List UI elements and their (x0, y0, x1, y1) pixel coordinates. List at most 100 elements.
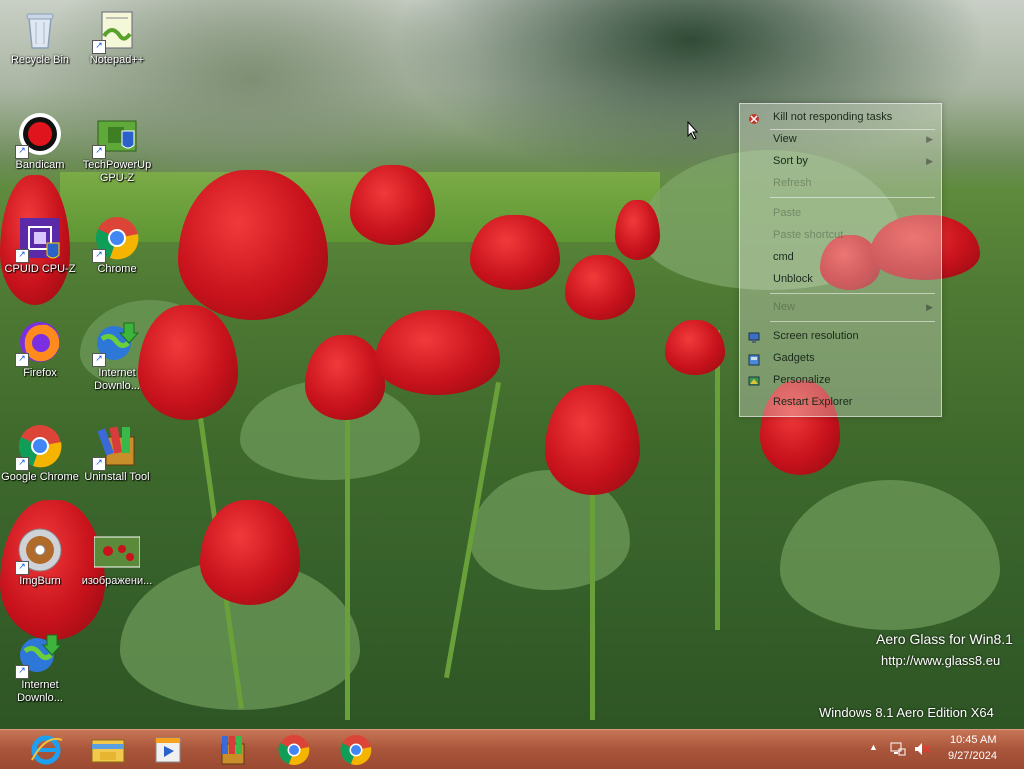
shortcut-arrow-icon: ↗ (15, 145, 29, 159)
menu-item-refresh[interactable]: Refresh (740, 172, 941, 194)
menu-separator (770, 321, 935, 322)
shortcut-arrow-icon: ↗ (92, 457, 106, 471)
desktop-icon-chrome[interactable]: ↗ Chrome (77, 211, 157, 311)
wallpaper-stem (590, 490, 595, 720)
desktop-icon-label: Notepad++ (89, 54, 145, 66)
desktop-icon-label-line2: Downlo... (17, 692, 63, 704)
desktop-icon-label: Recycle Bin (10, 54, 70, 66)
recycle-bin-icon (17, 6, 63, 52)
desktop-icon-uninstall-tool[interactable]: ↗ Uninstall Tool (77, 419, 157, 519)
taskbar-winrar[interactable] (210, 732, 254, 768)
wallpaper-tulip (615, 200, 660, 260)
screen-resolution-icon (748, 330, 760, 343)
shortcut-arrow-icon: ↗ (92, 249, 106, 263)
internet-download-manager-icon: ↗ (15, 631, 63, 679)
desktop-icon-recycle-bin[interactable]: Recycle Bin (0, 2, 80, 102)
menu-item-label: Restart Explorer (773, 396, 853, 408)
taskbar-internet-explorer[interactable] (24, 732, 68, 768)
desktop-icon-notepad-plus-plus[interactable]: ↗ Notepad++ (77, 2, 157, 102)
file-explorer-icon (91, 739, 125, 763)
watermark-edition: Windows 8.1 Aero Edition X64 (819, 705, 994, 720)
menu-item-label: Kill not responding tasks (773, 111, 893, 123)
gadgets-icon (748, 352, 760, 366)
desktop-icon-label-line1: TechPowerUp (82, 159, 152, 171)
wallpaper-tulip (565, 255, 635, 320)
desktop-icon-gpu-z[interactable]: ↗ TechPowerUp GPU-Z (77, 107, 157, 207)
personalize-icon (748, 374, 760, 386)
shortcut-arrow-icon: ↗ (15, 457, 29, 471)
menu-item-label: Sort by (773, 155, 808, 167)
imgburn-icon: ↗ (15, 527, 63, 575)
desktop-icon-label: ImgBurn (19, 575, 61, 587)
menu-item-label: cmd (773, 251, 794, 263)
chrome-icon: ↗ (15, 423, 63, 471)
taskbar-media-player[interactable] (146, 732, 190, 768)
desktop-icon-label: Bandicam (15, 159, 65, 171)
taskbar-chrome[interactable] (272, 732, 316, 768)
menu-item-personalize[interactable]: Personalize (740, 369, 941, 391)
desktop-icon-label: Firefox (23, 367, 57, 379)
desktop-icon-internet-download-manager-2[interactable]: ↗ Internet Downlo... (0, 627, 80, 727)
desktop-icon-label-line2: GPU-Z (99, 172, 135, 184)
desktop-icon-image-file[interactable]: изображени... (77, 523, 157, 623)
chrome-icon (340, 735, 372, 765)
shortcut-arrow-icon: ↗ (15, 561, 29, 575)
clock-time[interactable]: 10:45 AM (950, 734, 996, 746)
watermark-aero-glass: Aero Glass for Win8.1 (876, 631, 1013, 647)
gpu-z-icon: ↗ (92, 111, 140, 159)
notepad-plus-plus-icon: ↗ (92, 6, 140, 54)
desktop-icon-internet-download-manager[interactable]: ↗ Internet Downlo... (77, 315, 157, 415)
submenu-arrow-icon: ▶ (926, 134, 933, 144)
desktop-icon-firefox[interactable]: ↗ Firefox (0, 315, 80, 415)
clock-date[interactable]: 9/27/2024 (948, 750, 997, 762)
shortcut-arrow-icon: ↗ (92, 40, 106, 54)
desktop-icon-bandicam[interactable]: ↗ Bandicam (0, 107, 80, 207)
menu-item-label: Unblock (773, 273, 813, 285)
menu-item-gadgets[interactable]: Gadgets (740, 347, 941, 369)
desktop-icon-imgburn[interactable]: ↗ ImgBurn (0, 523, 80, 623)
desktop-icon-label-line1: Internet (21, 679, 59, 691)
firefox-icon: ↗ (15, 319, 63, 367)
submenu-arrow-icon: ▶ (926, 156, 933, 166)
bandicam-icon: ↗ (15, 111, 63, 159)
taskbar: ▲ 10:45 AM 9/27/2024 (0, 729, 1024, 769)
internet-download-manager-icon: ↗ (92, 319, 140, 367)
tray-show-hidden-icons[interactable]: ▲ (869, 742, 878, 752)
volume-muted-icon[interactable] (914, 741, 930, 757)
shortcut-arrow-icon: ↗ (15, 665, 29, 679)
shortcut-arrow-icon: ↗ (15, 249, 29, 263)
menu-item-sort-by[interactable]: Sort by ▶ (740, 150, 941, 172)
wallpaper-tulip (305, 335, 385, 420)
media-player-icon (155, 737, 181, 763)
menu-item-label: Refresh (773, 177, 812, 189)
menu-item-cmd[interactable]: cmd (740, 246, 941, 268)
shortcut-arrow-icon: ↗ (15, 353, 29, 367)
menu-item-screen-resolution[interactable]: Screen resolution (740, 325, 941, 347)
wallpaper-tulip (200, 500, 300, 605)
taskbar-chrome-2[interactable] (334, 732, 378, 768)
taskbar-file-explorer[interactable] (86, 732, 130, 768)
menu-item-kill-not-responding[interactable]: Kill not responding tasks (740, 106, 941, 128)
desktop-context-menu: Kill not responding tasks View ▶ Sort by… (739, 103, 942, 417)
menu-item-paste-shortcut[interactable]: Paste shortcut (740, 224, 941, 246)
desktop[interactable]: Recycle Bin ↗ Notepad++ ↗ Bandicam ↗ Tec… (0, 0, 1024, 729)
wallpaper-tulip (375, 310, 500, 395)
menu-item-paste[interactable]: Paste (740, 202, 941, 224)
menu-item-label: New (773, 301, 796, 313)
desktop-icon-label: Chrome (97, 263, 137, 275)
network-icon[interactable] (890, 741, 906, 757)
wallpaper-leaf (780, 480, 1000, 630)
desktop-icon-google-chrome[interactable]: ↗ Google Chrome (0, 419, 80, 519)
desktop-icon-label: CPUID CPU-Z (4, 263, 76, 275)
mouse-cursor-icon (687, 121, 699, 140)
menu-item-label: Personalize (773, 374, 831, 386)
kill-tasks-icon (748, 111, 760, 124)
wallpaper-tulip (350, 165, 435, 245)
menu-item-new[interactable]: New ▶ (740, 296, 941, 318)
internet-explorer-icon (31, 735, 63, 765)
menu-item-view[interactable]: View ▶ (740, 128, 941, 150)
wallpaper-tulip (178, 170, 328, 320)
menu-item-unblock[interactable]: Unblock (740, 268, 941, 290)
menu-item-restart-explorer[interactable]: Restart Explorer (740, 391, 941, 413)
desktop-icon-cpu-z[interactable]: ↗ CPUID CPU-Z (0, 211, 80, 311)
